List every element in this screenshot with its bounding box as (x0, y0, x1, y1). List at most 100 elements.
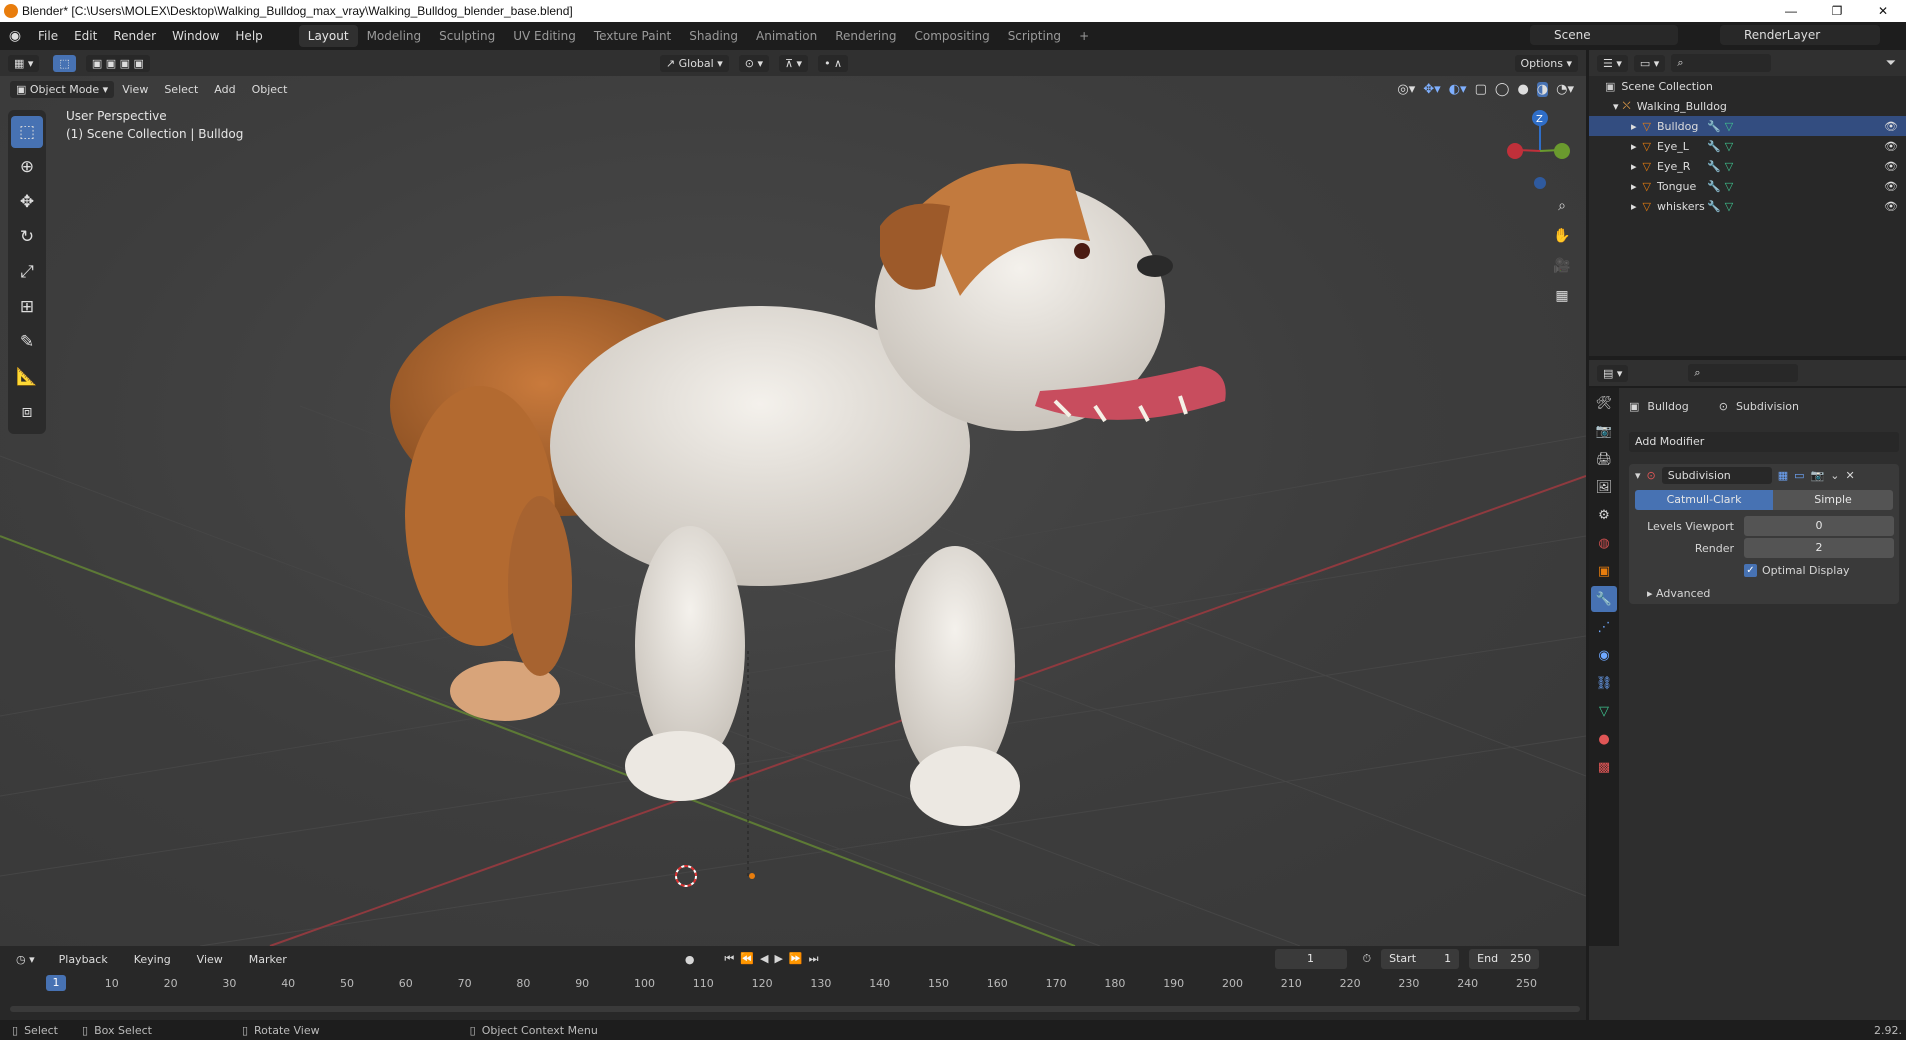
tab-scripting[interactable]: Scripting (999, 25, 1070, 47)
eye-icon[interactable]: 👁 (1884, 180, 1898, 193)
stopwatch-icon[interactable]: ⏱ (1363, 952, 1372, 966)
particles-tab-icon[interactable]: ⋰ (1591, 614, 1617, 640)
constraints-tab-icon[interactable]: ⛓ (1591, 670, 1617, 696)
record-button[interactable]: ● (685, 953, 695, 966)
outliner-display-mode[interactable]: ▭ ▾ (1633, 54, 1666, 72)
eye-icon[interactable]: 👁 (1884, 200, 1898, 213)
menu-help[interactable]: Help (227, 29, 270, 43)
editor-type-button[interactable]: ▦ ▾ (8, 54, 40, 72)
end-frame-field[interactable]: End 250 (1469, 949, 1540, 969)
proportional-edit-toggle[interactable]: • ∧ (818, 54, 849, 72)
tab-compositing[interactable]: Compositing (905, 25, 998, 47)
outliner-item-eye-l[interactable]: ▸ ▽ Eye_L 🔧 ▽ 👁 (1589, 136, 1906, 156)
tab-sculpting[interactable]: Sculpting (430, 25, 504, 47)
scene-selector[interactable]: Scene (1530, 25, 1678, 45)
eye-icon[interactable]: 👁 (1884, 120, 1898, 133)
material-shading-icon[interactable]: ◑ (1536, 81, 1549, 97)
timeline-menu-marker[interactable]: Marker (241, 953, 295, 966)
tab-animation[interactable]: Animation (747, 25, 826, 47)
tab-layout[interactable]: Layout (298, 25, 358, 47)
viewport-menu-view[interactable]: View (114, 83, 156, 96)
outliner-item-whiskers[interactable]: ▸ ▽ whiskers 🔧 ▽ 👁 (1589, 196, 1906, 216)
timeline-menu-keying[interactable]: Keying (126, 953, 179, 966)
menu-render[interactable]: Render (105, 29, 164, 43)
rotate-icon[interactable]: ↻ (11, 221, 43, 253)
menu-edit[interactable]: Edit (66, 29, 105, 43)
timeline-menu-view[interactable]: View (189, 953, 231, 966)
filter-icon[interactable]: ⏷ (1886, 56, 1896, 71)
select-box-icon[interactable]: ⬚ (11, 116, 43, 148)
expand-icon[interactable]: ▾ (1613, 100, 1619, 113)
gizmo-x-icon[interactable] (1507, 143, 1523, 159)
rendered-shading-icon[interactable]: ◔▾ (1556, 82, 1574, 97)
outliner-editor-type[interactable]: ☰ ▾ (1597, 54, 1628, 72)
tab-shading[interactable]: Shading (680, 25, 747, 47)
viewport-menu-select[interactable]: Select (156, 83, 206, 96)
object-tab-icon[interactable]: ▣ (1591, 558, 1617, 584)
world-tab-icon[interactable]: ◍ (1591, 530, 1617, 556)
outliner-scene-collection[interactable]: ▣ Scene Collection (1589, 76, 1906, 96)
orientation-dropdown[interactable]: ↗ Global ▾ (659, 54, 729, 72)
properties-editor-type[interactable]: ▤ ▾ (1597, 364, 1629, 382)
tab-texture-paint[interactable]: Texture Paint (585, 25, 680, 47)
editmode-toggle-icon[interactable]: ▦ (1778, 469, 1788, 482)
select-tool-icon[interactable]: ⬚ (53, 54, 76, 72)
navigation-gizmo[interactable]: Z (1507, 110, 1570, 189)
outliner-collection-row[interactable]: ▾ ⛌ Walking_Bulldog (1589, 96, 1906, 116)
3d-viewport[interactable]: Z User Perspective (1) Scene Collection … (0, 76, 1586, 946)
texture-tab-icon[interactable]: ▩ (1591, 754, 1617, 780)
move-icon[interactable]: ✥ (11, 186, 43, 218)
viewport-menu-add[interactable]: Add (206, 83, 243, 96)
view-layer-selector[interactable]: RenderLayer (1720, 25, 1880, 45)
mode-dropdown[interactable]: ▣ Object Mode ▾ (10, 80, 115, 98)
transform-icon[interactable]: ⊞ (11, 291, 43, 323)
add-modifier-dropdown[interactable]: Add Modifier (1629, 432, 1899, 452)
zoom-icon[interactable]: ⌕ (1550, 194, 1574, 218)
menu-window[interactable]: Window (164, 29, 227, 43)
render-toggle-icon[interactable]: 📷 (1811, 469, 1825, 482)
close-button[interactable]: ✕ (1860, 0, 1906, 22)
timeline-editor-type[interactable]: ◷ ▾ (10, 950, 41, 968)
advanced-subpanel[interactable]: ▸ Advanced (1647, 587, 1899, 600)
timeline-ruler[interactable]: 1 10 20 30 40 50 60 70 80 90 100 110 120 130 140 150 16… (0, 974, 1586, 994)
current-frame-field[interactable]: 1 (1274, 949, 1347, 969)
solid-shading-icon[interactable]: ● (1517, 82, 1528, 97)
optimal-display-checkbox[interactable]: ✓ (1744, 564, 1757, 577)
data-tab-icon[interactable]: ▽ (1591, 698, 1617, 724)
outliner-item-tongue[interactable]: ▸ ▽ Tongue 🔧 ▽ 👁 (1589, 176, 1906, 196)
tab-rendering[interactable]: Rendering (826, 25, 905, 47)
material-tab-icon[interactable]: ● (1591, 726, 1617, 752)
menu-file[interactable]: File (30, 29, 66, 43)
minimize-button[interactable]: — (1768, 0, 1814, 22)
properties-search-input[interactable]: ⌕ (1688, 364, 1799, 382)
xray-toggle-icon[interactable]: ▢ (1475, 82, 1487, 97)
start-frame-field[interactable]: Start 1 (1381, 949, 1460, 969)
timeline-menu-playback[interactable]: Playback (51, 953, 116, 966)
annotate-icon[interactable]: ✎ (11, 326, 43, 358)
tool-tab-icon[interactable]: 🛠 (1591, 390, 1617, 416)
pivot-dropdown[interactable]: ⊙ ▾ (738, 54, 769, 72)
playback-controls[interactable]: ⏮⏪◀▶⏩⏭ (724, 952, 824, 966)
eye-icon[interactable]: 👁 (1884, 140, 1898, 153)
gizmo-toggle-icon[interactable]: ✥▾ (1423, 82, 1440, 97)
viewport-menu-object[interactable]: Object (244, 83, 296, 96)
dropdown-icon[interactable]: ⌄ (1830, 469, 1839, 482)
viewport-toggle-icon[interactable]: ▭ (1794, 469, 1804, 482)
render-tab-icon[interactable]: 📷 (1591, 418, 1617, 444)
view-layer-tab-icon[interactable]: 🖼 (1591, 474, 1617, 500)
eye-icon[interactable]: 👁 (1884, 160, 1898, 173)
simple-button[interactable]: Simple (1773, 490, 1893, 510)
options-dropdown[interactable]: Options ▾ (1514, 54, 1578, 72)
bulldog-model[interactable] (390, 163, 1226, 826)
modifier-tab-icon[interactable]: 🔧 (1591, 586, 1617, 612)
modifier-name-field[interactable]: Subdivision (1661, 466, 1772, 484)
render-levels-field[interactable]: 2 (1744, 538, 1894, 558)
gizmo-neg-z-icon[interactable] (1534, 177, 1546, 189)
measure-icon[interactable]: 📐 (11, 361, 43, 393)
blender-menu-icon[interactable]: ◉ (0, 28, 30, 44)
add-workspace-button[interactable]: + (1070, 25, 1098, 47)
tab-uv-editing[interactable]: UV Editing (504, 25, 585, 47)
camera-icon[interactable]: 🎥 (1550, 254, 1574, 278)
timeline-scrollbar[interactable] (10, 1006, 1580, 1012)
collapse-icon[interactable]: ▾ (1635, 469, 1641, 482)
